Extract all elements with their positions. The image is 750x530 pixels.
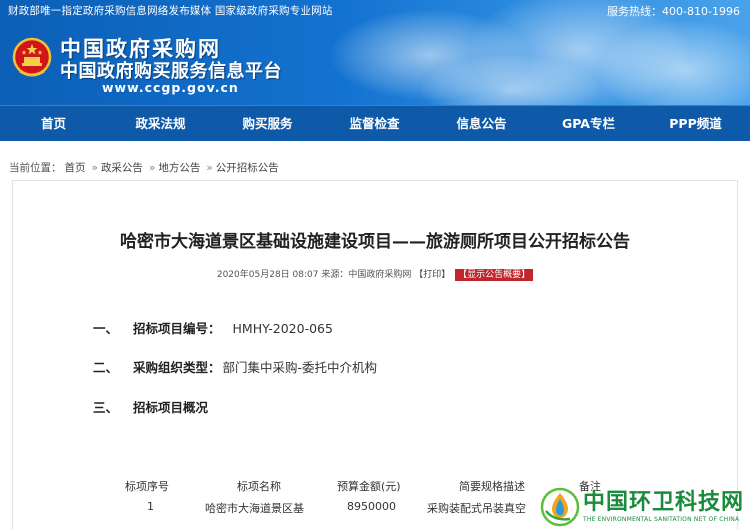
article-meta: 2020年05月28日 08:07 来源：中国政府采购网 【打印】 【显示公告概… — [13, 267, 737, 281]
breadcrumb-separator: » — [148, 162, 156, 174]
nav-item-ppp[interactable]: PPP频道 — [642, 106, 749, 141]
nav-item-announcements[interactable]: 信息公告 — [428, 106, 535, 141]
nav-item-home[interactable]: 首页 — [0, 106, 107, 141]
col-header-lot-name: 标项名称 — [237, 480, 281, 493]
breadcrumb-open-tender[interactable]: 公开招标公告 — [216, 162, 279, 174]
section-project-number: 一、 招标项目编号： HMHY-2020-065 — [93, 318, 333, 337]
watermark-logo: 中国环卫科技网 THE ENVIRONMENTAL SANITATION NET… — [540, 483, 750, 530]
section-number: 一、 — [93, 321, 119, 336]
breadcrumb-prefix: 当前位置： — [9, 162, 62, 174]
breadcrumb-separator: » — [91, 162, 98, 174]
col-header-lot-number: 标项序号 — [125, 480, 169, 493]
nav-item-regulations[interactable]: 政采法规 — [107, 106, 214, 141]
print-link[interactable]: 【打印】 — [414, 270, 450, 280]
article-source: 来源：中国政府采购网 — [321, 270, 412, 280]
site-url[interactable]: www.ccgp.gov.cn — [102, 80, 239, 95]
watermark-title: 中国环卫科技网 — [583, 489, 745, 515]
breadcrumb-local-notices[interactable]: 地方公告 — [158, 162, 200, 174]
breadcrumb-procurement-notices[interactable]: 政采公告 — [101, 162, 143, 174]
section-label: 招标项目概况 — [133, 400, 209, 415]
section-label: 招标项目编号： — [133, 321, 221, 336]
col-header-spec: 简要规格描述 — [459, 480, 525, 493]
main-nav: 首页 政采法规 购买服务 监督检查 信息公告 GPA专栏 PPP频道 — [0, 105, 750, 141]
article-container: 哈密市大海道景区基础设施建设项目——旅游厕所项目公开招标公告 2020年05月2… — [12, 180, 738, 530]
publish-date: 2020年05月28日 08:07 — [216, 270, 319, 280]
national-emblem-icon[interactable] — [12, 37, 52, 79]
nav-item-gpa[interactable]: GPA专栏 — [535, 106, 642, 141]
section-number: 二、 — [93, 360, 119, 375]
col-header-budget: 预算金额(元) — [337, 480, 401, 493]
section-label: 采购组织类型： — [133, 360, 221, 375]
watermark-text-group: 中国环卫科技网 THE ENVIRONMENTAL SANITATION NET… — [583, 490, 744, 524]
watermark-subtitle: THE ENVIRONMENTAL SANITATION NET OF CHIN… — [583, 515, 740, 523]
breadcrumb: 当前位置： 首页» 政采公告» 地方公告» 公开招标公告 — [9, 160, 282, 175]
section-project-overview: 三、 招标项目概况 — [93, 397, 208, 416]
breadcrumb-home[interactable]: 首页 — [65, 162, 86, 174]
organization-type-value: 部门集中采购-委托中介机构 — [222, 360, 378, 375]
leaf-drop-icon — [540, 487, 580, 526]
service-hotline: 服务热线：400-810-1996 — [607, 5, 740, 18]
cell-lot-number: 1 — [147, 500, 154, 513]
header-tagline: 财政部唯一指定政府采购信息网络发布媒体 国家级政府采购专业网站 — [8, 5, 333, 17]
nav-item-supervision[interactable]: 监督检查 — [321, 106, 428, 141]
section-organization-type: 二、 采购组织类型： 部门集中采购-委托中介机构 — [93, 357, 377, 376]
cell-lot-name: 哈密市大海道景区基 — [205, 502, 304, 515]
section-number: 三、 — [93, 400, 119, 415]
site-header-banner: 财政部唯一指定政府采购信息网络发布媒体 国家级政府采购专业网站 服务热线：400… — [0, 0, 750, 105]
article-title: 哈密市大海道景区基础设施建设项目——旅游厕所项目公开招标公告 — [120, 232, 630, 252]
cell-spec: 采购装配式吊装真空 — [427, 502, 526, 515]
breadcrumb-separator: » — [206, 162, 213, 174]
show-summary-button[interactable]: 【显示公告概要】 — [455, 269, 534, 281]
cell-budget: 8950000 — [347, 500, 396, 513]
project-number-value: HMHY-2020-065 — [232, 321, 333, 336]
nav-item-purchase-services[interactable]: 购买服务 — [214, 106, 321, 141]
